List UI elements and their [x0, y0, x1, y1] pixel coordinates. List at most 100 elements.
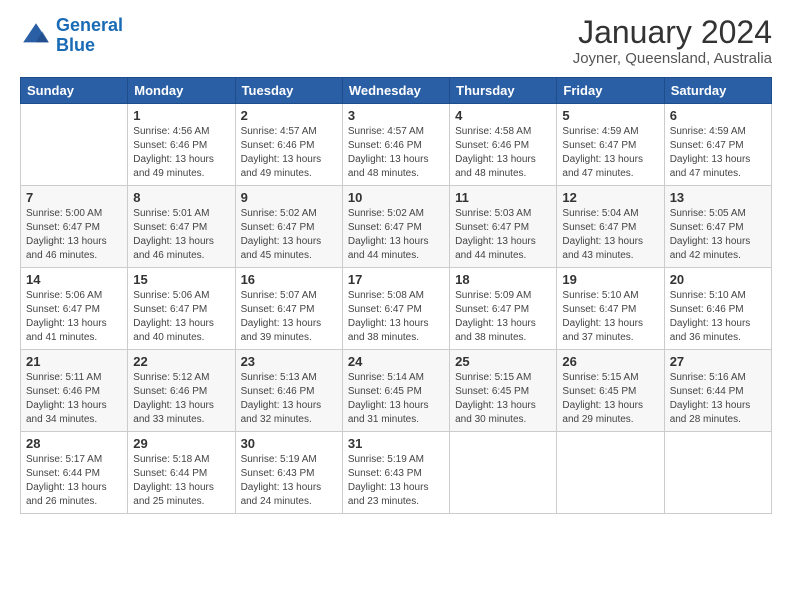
calendar-table: SundayMondayTuesdayWednesdayThursdayFrid…: [20, 77, 772, 514]
calendar-week-1: 1 Sunrise: 4:56 AM Sunset: 6:46 PM Daylig…: [21, 104, 772, 186]
cell-info: Sunrise: 5:17 AM Sunset: 6:44 PM Dayligh…: [26, 453, 122, 509]
location: Joyner, Queensland, Australia: [573, 50, 772, 67]
calendar-week-5: 28 Sunrise: 5:17 AM Sunset: 6:44 PM Dayli…: [21, 432, 772, 514]
day-number: 29: [133, 436, 229, 451]
calendar-cell: [21, 104, 128, 186]
cell-info: Sunrise: 5:16 AM Sunset: 6:44 PM Dayligh…: [670, 371, 766, 427]
cell-info: Sunrise: 5:12 AM Sunset: 6:46 PM Dayligh…: [133, 371, 229, 427]
day-number: 17: [348, 272, 444, 287]
calendar-body: 1 Sunrise: 4:56 AM Sunset: 6:46 PM Daylig…: [21, 104, 772, 514]
calendar-cell: 23 Sunrise: 5:13 AM Sunset: 6:46 PM Dayli…: [235, 350, 342, 432]
day-number: 2: [241, 108, 337, 123]
cell-info: Sunrise: 5:15 AM Sunset: 6:45 PM Dayligh…: [562, 371, 658, 427]
cell-info: Sunrise: 4:59 AM Sunset: 6:47 PM Dayligh…: [670, 125, 766, 181]
calendar-cell: 28 Sunrise: 5:17 AM Sunset: 6:44 PM Dayli…: [21, 432, 128, 514]
day-number: 20: [670, 272, 766, 287]
day-number: 15: [133, 272, 229, 287]
cell-info: Sunrise: 5:13 AM Sunset: 6:46 PM Dayligh…: [241, 371, 337, 427]
day-number: 12: [562, 190, 658, 205]
cell-info: Sunrise: 5:06 AM Sunset: 6:47 PM Dayligh…: [133, 289, 229, 345]
day-number: 3: [348, 108, 444, 123]
day-number: 23: [241, 354, 337, 369]
day-number: 21: [26, 354, 122, 369]
day-number: 27: [670, 354, 766, 369]
cell-info: Sunrise: 5:11 AM Sunset: 6:46 PM Dayligh…: [26, 371, 122, 427]
calendar-cell: 13Sunrise: 5:05 AM Sunset: 6:47 PM Dayli…: [664, 186, 771, 268]
cell-info: Sunrise: 5:02 AM Sunset: 6:47 PM Dayligh…: [348, 207, 444, 263]
title-block: January 2024 Joyner, Queensland, Austral…: [573, 16, 772, 67]
day-number: 26: [562, 354, 658, 369]
calendar-cell: 27 Sunrise: 5:16 AM Sunset: 6:44 PM Dayli…: [664, 350, 771, 432]
day-number: 24: [348, 354, 444, 369]
day-number: 19: [562, 272, 658, 287]
calendar-cell: 3Sunrise: 4:57 AM Sunset: 6:46 PM Daylig…: [342, 104, 449, 186]
weekday-header-tuesday: Tuesday: [235, 78, 342, 104]
calendar-cell: 31Sunrise: 5:19 AM Sunset: 6:43 PM Dayli…: [342, 432, 449, 514]
calendar-week-3: 14 Sunrise: 5:06 AM Sunset: 6:47 PM Dayli…: [21, 268, 772, 350]
weekday-header-wednesday: Wednesday: [342, 78, 449, 104]
calendar-cell: 9 Sunrise: 5:02 AM Sunset: 6:47 PM Daylig…: [235, 186, 342, 268]
cell-info: Sunrise: 4:56 AM Sunset: 6:46 PM Dayligh…: [133, 125, 229, 181]
calendar-cell: 7Sunrise: 5:00 AM Sunset: 6:47 PM Daylig…: [21, 186, 128, 268]
calendar-page: General Blue January 2024 Joyner, Queens…: [0, 0, 792, 612]
day-number: 1: [133, 108, 229, 123]
cell-info: Sunrise: 5:15 AM Sunset: 6:45 PM Dayligh…: [455, 371, 551, 427]
calendar-cell: 14Sunrise: 5:06 AM Sunset: 6:47 PM Dayli…: [21, 268, 128, 350]
weekday-header-saturday: Saturday: [664, 78, 771, 104]
calendar-cell: [450, 432, 557, 514]
calendar-cell: 26 Sunrise: 5:15 AM Sunset: 6:45 PM Dayli…: [557, 350, 664, 432]
weekday-header-thursday: Thursday: [450, 78, 557, 104]
calendar-cell: [664, 432, 771, 514]
calendar-cell: [557, 432, 664, 514]
cell-info: Sunrise: 5:03 AM Sunset: 6:47 PM Dayligh…: [455, 207, 551, 263]
day-number: 8: [133, 190, 229, 205]
calendar-cell: 15 Sunrise: 5:06 AM Sunset: 6:47 PM Dayli…: [128, 268, 235, 350]
day-number: 11: [455, 190, 551, 205]
weekday-header-friday: Friday: [557, 78, 664, 104]
cell-info: Sunrise: 5:14 AM Sunset: 6:45 PM Dayligh…: [348, 371, 444, 427]
day-number: 18: [455, 272, 551, 287]
cell-info: Sunrise: 5:08 AM Sunset: 6:47 PM Dayligh…: [348, 289, 444, 345]
calendar-cell: 10 Sunrise: 5:02 AM Sunset: 6:47 PM Dayli…: [342, 186, 449, 268]
calendar-cell: 24 Sunrise: 5:14 AM Sunset: 6:45 PM Dayli…: [342, 350, 449, 432]
calendar-cell: 16Sunrise: 5:07 AM Sunset: 6:47 PM Dayli…: [235, 268, 342, 350]
day-number: 10: [348, 190, 444, 205]
cell-info: Sunrise: 4:57 AM Sunset: 6:46 PM Dayligh…: [241, 125, 337, 181]
cell-info: Sunrise: 5:07 AM Sunset: 6:47 PM Dayligh…: [241, 289, 337, 345]
day-number: 5: [562, 108, 658, 123]
day-number: 9: [241, 190, 337, 205]
calendar-cell: 1 Sunrise: 4:56 AM Sunset: 6:46 PM Daylig…: [128, 104, 235, 186]
calendar-cell: 11 Sunrise: 5:03 AM Sunset: 6:47 PM Dayli…: [450, 186, 557, 268]
cell-info: Sunrise: 4:58 AM Sunset: 6:46 PM Dayligh…: [455, 125, 551, 181]
day-number: 7: [26, 190, 122, 205]
calendar-cell: 18 Sunrise: 5:09 AM Sunset: 6:47 PM Dayli…: [450, 268, 557, 350]
day-number: 30: [241, 436, 337, 451]
cell-info: Sunrise: 5:10 AM Sunset: 6:47 PM Dayligh…: [562, 289, 658, 345]
cell-info: Sunrise: 5:09 AM Sunset: 6:47 PM Dayligh…: [455, 289, 551, 345]
calendar-cell: 8 Sunrise: 5:01 AM Sunset: 6:47 PM Daylig…: [128, 186, 235, 268]
logo: General Blue: [20, 16, 123, 56]
day-number: 28: [26, 436, 122, 451]
calendar-cell: 17 Sunrise: 5:08 AM Sunset: 6:47 PM Dayli…: [342, 268, 449, 350]
cell-info: Sunrise: 5:02 AM Sunset: 6:47 PM Dayligh…: [241, 207, 337, 263]
cell-info: Sunrise: 4:59 AM Sunset: 6:47 PM Dayligh…: [562, 125, 658, 181]
cell-info: Sunrise: 5:05 AM Sunset: 6:47 PM Dayligh…: [670, 207, 766, 263]
cell-info: Sunrise: 5:01 AM Sunset: 6:47 PM Dayligh…: [133, 207, 229, 263]
day-number: 4: [455, 108, 551, 123]
calendar-cell: 5 Sunrise: 4:59 AM Sunset: 6:47 PM Daylig…: [557, 104, 664, 186]
calendar-cell: 4 Sunrise: 4:58 AM Sunset: 6:46 PM Daylig…: [450, 104, 557, 186]
calendar-cell: 25 Sunrise: 5:15 AM Sunset: 6:45 PM Dayli…: [450, 350, 557, 432]
weekday-header-sunday: Sunday: [21, 78, 128, 104]
day-number: 22: [133, 354, 229, 369]
calendar-week-4: 21 Sunrise: 5:11 AM Sunset: 6:46 PM Dayli…: [21, 350, 772, 432]
calendar-cell: 6 Sunrise: 4:59 AM Sunset: 6:47 PM Daylig…: [664, 104, 771, 186]
day-number: 6: [670, 108, 766, 123]
day-number: 14: [26, 272, 122, 287]
calendar-header-row: SundayMondayTuesdayWednesdayThursdayFrid…: [21, 78, 772, 104]
calendar-cell: 22 Sunrise: 5:12 AM Sunset: 6:46 PM Dayli…: [128, 350, 235, 432]
calendar-cell: 20Sunrise: 5:10 AM Sunset: 6:46 PM Dayli…: [664, 268, 771, 350]
calendar-cell: 19 Sunrise: 5:10 AM Sunset: 6:47 PM Dayli…: [557, 268, 664, 350]
day-number: 25: [455, 354, 551, 369]
cell-info: Sunrise: 5:19 AM Sunset: 6:43 PM Dayligh…: [348, 453, 444, 509]
calendar-cell: 21 Sunrise: 5:11 AM Sunset: 6:46 PM Dayli…: [21, 350, 128, 432]
